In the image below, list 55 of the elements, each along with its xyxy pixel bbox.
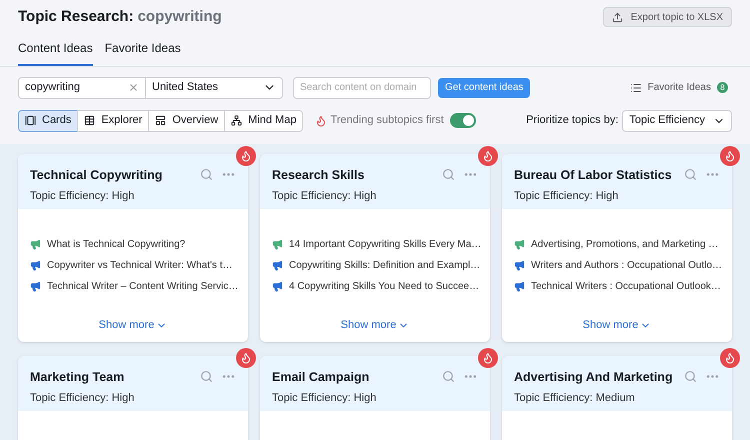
country-select[interactable]: United States xyxy=(146,76,283,98)
headline-link[interactable]: Copywriter vs Technical Writer: What's t… xyxy=(47,258,232,272)
card-title: Marketing Team xyxy=(30,368,124,386)
domain-search-field[interactable]: Search content on domain xyxy=(293,76,431,98)
card-title: Advertising And Marketing xyxy=(514,368,673,386)
page-title: Topic Research: xyxy=(18,7,134,27)
layout-icon xyxy=(155,115,166,126)
topic-efficiency: Topic Efficiency: High xyxy=(30,391,136,406)
headline-link[interactable]: Writers and Authors : Occupational Outlo… xyxy=(531,258,722,272)
clear-icon[interactable] xyxy=(128,82,139,93)
tab[interactable]: Favorite Ideas xyxy=(104,38,181,66)
favorites-link[interactable]: Favorite Ideas xyxy=(648,80,711,95)
view-toggle[interactable]: Mind Map xyxy=(224,110,304,132)
card-title: Email Campaign xyxy=(272,368,370,386)
keyword-title: copywriting xyxy=(138,7,222,27)
headline-link[interactable]: Advertising, Promotions, and Marketing … xyxy=(531,236,718,252)
topic-efficiency: Topic Efficiency: High xyxy=(272,189,378,204)
favorites-count: 8 xyxy=(717,82,728,93)
topic-efficiency: Topic Efficiency: High xyxy=(514,189,620,204)
show-more-button[interactable]: Show more xyxy=(340,317,410,334)
search-icon[interactable] xyxy=(684,168,697,182)
table-icon xyxy=(84,115,96,126)
hierarchy-icon xyxy=(231,115,242,126)
export-button[interactable]: Export topic to XLSX xyxy=(602,7,732,28)
trending-switch[interactable] xyxy=(450,113,476,128)
flame-icon xyxy=(315,114,328,126)
headline-link[interactable]: What is Technical Copywriting? xyxy=(47,236,186,252)
topic-efficiency: Topic Efficiency: Medium xyxy=(514,391,636,406)
view-toggle[interactable]: Overview xyxy=(148,110,226,132)
cards-icon xyxy=(25,115,36,126)
headline-link[interactable]: 14 Important Copywriting Skills Every Ma… xyxy=(289,236,482,252)
headline-link[interactable]: Technical Writers : Occupational Outlook… xyxy=(531,278,721,294)
search-icon[interactable] xyxy=(442,168,455,182)
tab[interactable]: Content Ideas xyxy=(18,38,93,66)
topic-efficiency: Topic Efficiency: High xyxy=(272,391,378,406)
search-icon[interactable] xyxy=(200,168,213,182)
search-icon[interactable] xyxy=(684,370,697,384)
prioritize-label: Prioritize topics by: xyxy=(526,113,618,128)
view-toggle[interactable]: Explorer xyxy=(77,110,150,132)
headline-link[interactable]: 4 Copywriting Skills You Need to Succee… xyxy=(289,278,480,294)
topic-field[interactable]: copywriting xyxy=(18,76,146,98)
headline-link[interactable]: Copywriting Skills: Definition and Exampl… xyxy=(289,258,480,272)
view-toggle[interactable]: Cards xyxy=(18,110,78,132)
topic-efficiency: Topic Efficiency: High xyxy=(30,189,136,204)
card-title: Research Skills xyxy=(272,166,364,184)
prioritize-select[interactable]: Topic Efficiency xyxy=(622,110,732,132)
card-title: Technical Copywriting xyxy=(30,166,162,184)
headline-link[interactable]: Technical Writer – Content Writing Servic… xyxy=(47,278,238,294)
upload-icon xyxy=(612,12,623,23)
show-more-button[interactable]: Show more xyxy=(582,317,652,334)
search-icon[interactable] xyxy=(442,370,455,384)
search-icon[interactable] xyxy=(200,370,213,384)
trending-label: Trending subtopics first xyxy=(330,113,444,128)
card-title: Bureau Of Labor Statistics xyxy=(514,166,672,184)
show-more-button[interactable]: Show more xyxy=(98,317,168,334)
